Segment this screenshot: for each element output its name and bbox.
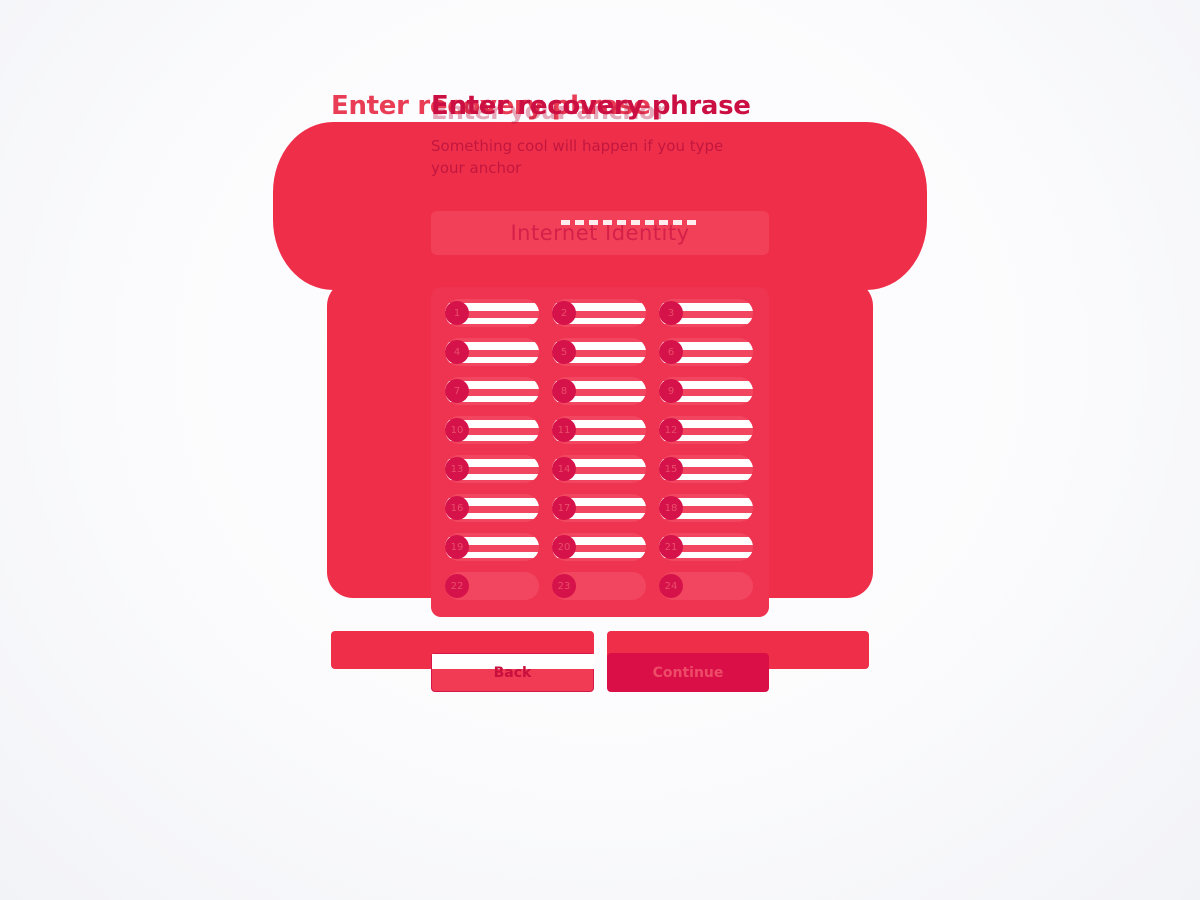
word-number-badge: 20 <box>552 535 576 559</box>
word-number-badge: 5 <box>552 340 576 364</box>
dialog-actions: Back Continue <box>431 653 769 693</box>
recovery-word-input[interactable] <box>685 572 753 600</box>
recovery-word-input[interactable] <box>685 299 753 327</box>
recovery-word-slot: 16 <box>445 494 539 522</box>
word-number-badge: 23 <box>552 574 576 598</box>
word-number-badge: 11 <box>552 418 576 442</box>
recovery-word-slot: 8 <box>552 377 646 405</box>
word-number-badge: 13 <box>445 457 469 481</box>
word-number-badge: 6 <box>659 340 683 364</box>
recovery-word-slot: 19 <box>445 533 539 561</box>
recovery-word-slot: 6 <box>659 338 753 366</box>
recovery-word-slot: 17 <box>552 494 646 522</box>
recovery-word-input[interactable] <box>578 455 646 483</box>
recovery-word-slot: 24 <box>659 572 753 600</box>
recovery-word-slot: 2 <box>552 299 646 327</box>
recovery-word-slot: 10 <box>445 416 539 444</box>
word-number-badge: 24 <box>659 574 683 598</box>
word-number-badge: 17 <box>552 496 576 520</box>
recovery-word-input[interactable] <box>471 338 539 366</box>
recovery-word-slot: 7 <box>445 377 539 405</box>
recovery-word-input[interactable] <box>578 533 646 561</box>
word-number-badge: 16 <box>445 496 469 520</box>
recovery-word-slot: 13 <box>445 455 539 483</box>
subtitle: Something cool will happen if you type y… <box>431 137 724 177</box>
recovery-word-slot: 4 <box>445 338 539 366</box>
back-button-label: Back <box>493 664 532 681</box>
recovery-word-slot: 20 <box>552 533 646 561</box>
recovery-word-input[interactable] <box>685 533 753 561</box>
word-number-badge: 15 <box>659 457 683 481</box>
recovery-word-slot: 15 <box>659 455 753 483</box>
recovery-word-slot: 11 <box>552 416 646 444</box>
word-number-badge: 9 <box>659 379 683 403</box>
word-number-badge: 8 <box>552 379 576 403</box>
continue-button[interactable]: Continue <box>607 653 769 692</box>
recovery-word-input[interactable] <box>685 338 753 366</box>
word-number-badge: 10 <box>445 418 469 442</box>
recovery-word-slot: 14 <box>552 455 646 483</box>
word-number-badge: 14 <box>552 457 576 481</box>
anchor-field-value: Internet Identity <box>510 221 690 245</box>
word-number-badge: 1 <box>445 301 469 325</box>
recovery-word-input[interactable] <box>685 455 753 483</box>
recovery-word-input[interactable] <box>471 572 539 600</box>
word-number-badge: 7 <box>445 379 469 403</box>
recovery-word-input[interactable] <box>578 377 646 405</box>
word-number-badge: 21 <box>659 535 683 559</box>
back-button[interactable]: Back <box>431 653 595 692</box>
page: Enter recovery phrase Enter your anchor … <box>0 0 1200 900</box>
recovery-word-input[interactable] <box>685 377 753 405</box>
word-number-badge: 12 <box>659 418 683 442</box>
recovery-words-panel: 1 2 3 4 5 6 7 8 9 10 11 12 13 14 15 16 17 18 19 20 21 22 23 24 <box>431 287 769 617</box>
recovery-word-slot: 23 <box>552 572 646 600</box>
word-number-badge: 3 <box>659 301 683 325</box>
recovery-word-input[interactable] <box>471 377 539 405</box>
recovery-word-input[interactable] <box>685 494 753 522</box>
recovery-word-slot: 18 <box>659 494 753 522</box>
recovery-word-input[interactable] <box>578 338 646 366</box>
word-number-badge: 18 <box>659 496 683 520</box>
recovery-word-slot: 12 <box>659 416 753 444</box>
word-number-badge: 22 <box>445 574 469 598</box>
recovery-word-input[interactable] <box>471 455 539 483</box>
recovery-word-input[interactable] <box>471 533 539 561</box>
word-number-badge: 2 <box>552 301 576 325</box>
recovery-word-slot: 3 <box>659 299 753 327</box>
recovery-word-slot: 21 <box>659 533 753 561</box>
recovery-words-grid: 1 2 3 4 5 6 7 8 9 10 11 12 13 14 15 16 17 18 19 20 21 22 23 24 <box>445 299 753 600</box>
word-number-badge: 19 <box>445 535 469 559</box>
recovery-word-slot: 1 <box>445 299 539 327</box>
recovery-word-input[interactable] <box>471 416 539 444</box>
recovery-word-input[interactable] <box>578 572 646 600</box>
recovery-word-input[interactable] <box>685 416 753 444</box>
recovery-word-input[interactable] <box>578 416 646 444</box>
anchor-field[interactable]: Internet Identity <box>431 211 769 255</box>
recovery-word-slot: 5 <box>552 338 646 366</box>
recovery-word-input[interactable] <box>471 299 539 327</box>
word-number-badge: 4 <box>445 340 469 364</box>
page-title: Enter recovery phrase <box>431 91 751 121</box>
recovery-word-input[interactable] <box>578 494 646 522</box>
recovery-word-slot: 9 <box>659 377 753 405</box>
recovery-word-input[interactable] <box>471 494 539 522</box>
recovery-word-input[interactable] <box>578 299 646 327</box>
recovery-word-slot: 22 <box>445 572 539 600</box>
